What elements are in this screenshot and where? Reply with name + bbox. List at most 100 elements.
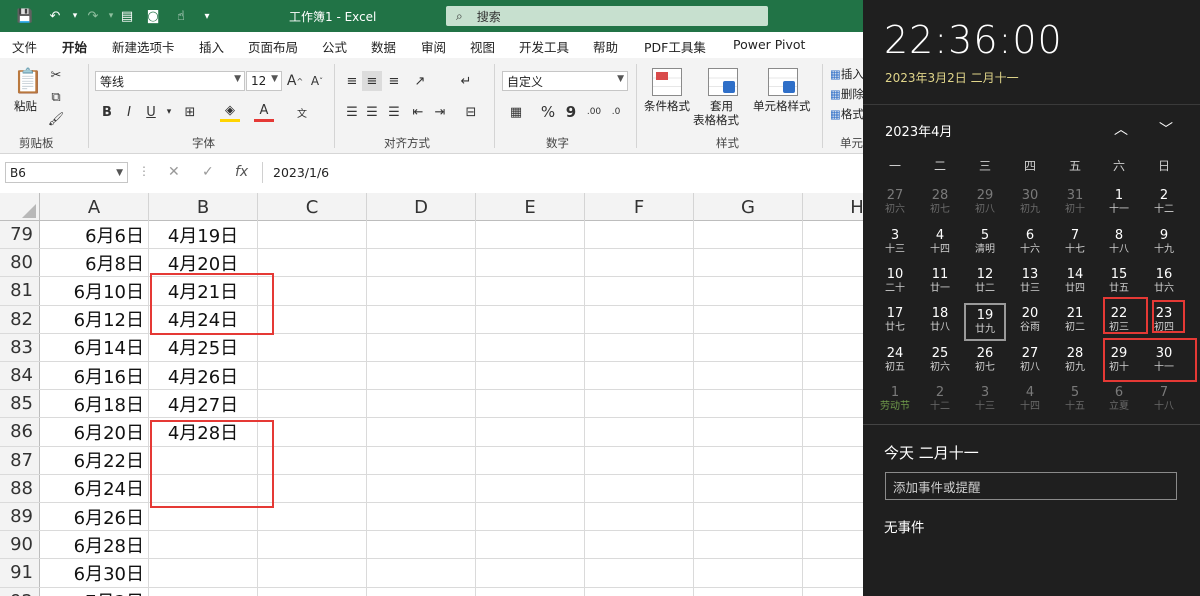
- worksheet-grid[interactable]: 79 6月6日 4月19日 80 6月8日 4月20日 81 6月10日 4月21日 82 6月12…: [0, 221, 863, 596]
- chevron-down-icon[interactable]: ﹀: [1156, 119, 1176, 139]
- calendar-day[interactable]: 6 十六: [1009, 225, 1051, 263]
- cell[interactable]: 6月10日: [40, 277, 149, 305]
- align-center-icon[interactable]: ☰: [362, 102, 382, 122]
- cell[interactable]: 4月28日: [149, 418, 258, 446]
- cell[interactable]: 4月19日: [149, 221, 258, 249]
- tab-developer[interactable]: 开发工具: [519, 37, 569, 56]
- grow-font-icon[interactable]: A ^: [286, 71, 304, 91]
- insert-cells-button[interactable]: ▦插入: [830, 66, 863, 82]
- calendar-day[interactable]: 14 廿四: [1054, 264, 1096, 302]
- cell[interactable]: [585, 333, 694, 361]
- cell[interactable]: [258, 305, 367, 333]
- calendar-day[interactable]: 13 廿三: [1009, 264, 1051, 302]
- fill-color-icon[interactable]: ◈: [220, 102, 240, 122]
- merge-center-icon[interactable]: ⊟: [456, 102, 486, 122]
- column-header-c[interactable]: C: [258, 193, 367, 221]
- calendar-day[interactable]: 1 十一: [1098, 185, 1140, 223]
- cell[interactable]: 6月6日: [40, 221, 149, 249]
- cell[interactable]: [585, 362, 694, 390]
- calendar-day[interactable]: 9 十九: [1143, 225, 1185, 263]
- cell[interactable]: [585, 559, 694, 587]
- cell[interactable]: [258, 587, 367, 596]
- column-header-g[interactable]: G: [694, 193, 803, 221]
- paste-icon[interactable]: 📋: [13, 66, 43, 96]
- comma-button[interactable]: 9: [562, 102, 580, 122]
- format-as-table-icon[interactable]: [708, 68, 738, 96]
- calendar-day[interactable]: 22 初三: [1098, 303, 1140, 341]
- cell[interactable]: [803, 221, 863, 248]
- cell[interactable]: [367, 531, 476, 559]
- row-header[interactable]: 80: [0, 249, 40, 277]
- cell[interactable]: [694, 446, 803, 474]
- cell[interactable]: 7月2日: [40, 587, 149, 596]
- calendar-day[interactable]: 3 十三: [874, 225, 916, 263]
- column-header-d[interactable]: D: [367, 193, 476, 221]
- cell[interactable]: 6月8日: [40, 249, 149, 277]
- cell[interactable]: [694, 587, 803, 596]
- calendar-day[interactable]: 5 清明: [964, 225, 1006, 263]
- cell-styles-button[interactable]: 单元格样式: [753, 98, 811, 114]
- cell[interactable]: [694, 390, 803, 418]
- cell[interactable]: [476, 390, 585, 418]
- cell[interactable]: [476, 559, 585, 587]
- insert-function-icon[interactable]: fx: [235, 164, 248, 180]
- row-header[interactable]: 84: [0, 362, 40, 390]
- cell[interactable]: [149, 559, 258, 587]
- cell[interactable]: 6月18日: [40, 390, 149, 418]
- row-header[interactable]: 90: [0, 531, 40, 559]
- column-header-h[interactable]: H: [803, 193, 863, 221]
- calendar-day[interactable]: 27 初六: [874, 185, 916, 223]
- cell[interactable]: 4月25日: [149, 333, 258, 361]
- tab-home[interactable]: 开始: [62, 37, 88, 61]
- cell[interactable]: 6月16日: [40, 362, 149, 390]
- cell[interactable]: [585, 418, 694, 446]
- cell[interactable]: 4月21日: [149, 277, 258, 305]
- calendar-day[interactable]: 6 立夏: [1098, 382, 1140, 420]
- cell[interactable]: [476, 277, 585, 305]
- delete-cells-button[interactable]: ▦删除: [830, 86, 863, 102]
- conditional-format-icon[interactable]: [652, 68, 682, 96]
- name-box[interactable]: B6 ▼: [5, 162, 128, 183]
- calendar-day[interactable]: 18 廿八: [919, 303, 961, 341]
- calendar-day[interactable]: 1 劳动节: [874, 382, 916, 420]
- cell[interactable]: [694, 474, 803, 502]
- row-header[interactable]: 87: [0, 446, 40, 474]
- cell[interactable]: [476, 474, 585, 502]
- row-header[interactable]: 92: [0, 587, 40, 596]
- calendar-day[interactable]: 15 廿五: [1098, 264, 1140, 302]
- phonetic-icon[interactable]: 文: [292, 102, 312, 122]
- cell[interactable]: [258, 277, 367, 305]
- cell[interactable]: 4月26日: [149, 362, 258, 390]
- row-header[interactable]: 91: [0, 559, 40, 587]
- cell-styles-icon[interactable]: [768, 68, 798, 96]
- cell[interactable]: [367, 277, 476, 305]
- cell[interactable]: [258, 249, 367, 277]
- cancel-icon[interactable]: ✕: [168, 164, 180, 180]
- cell[interactable]: [258, 333, 367, 361]
- cell[interactable]: [367, 418, 476, 446]
- cell[interactable]: [803, 531, 863, 558]
- align-right-icon[interactable]: ☰: [384, 102, 404, 122]
- cell[interactable]: 6月20日: [40, 418, 149, 446]
- tab-pdf[interactable]: PDF工具集: [644, 37, 706, 56]
- cut-icon[interactable]: ✂: [46, 66, 66, 84]
- full-date-link[interactable]: 2023年3月2日 二月十一: [885, 69, 1019, 86]
- calendar-day[interactable]: 29 初十: [1098, 343, 1140, 381]
- cell[interactable]: [585, 446, 694, 474]
- calendar-day[interactable]: 8 十八: [1098, 225, 1140, 263]
- cell[interactable]: [258, 531, 367, 559]
- customize-icon[interactable]: ▾: [196, 6, 218, 26]
- search-box[interactable]: ⌕ 搜索: [446, 6, 768, 26]
- row-header[interactable]: 86: [0, 418, 40, 446]
- calendar-day[interactable]: 25 初六: [919, 343, 961, 381]
- cell[interactable]: [149, 531, 258, 559]
- wrap-text-icon[interactable]: ↵: [456, 71, 476, 91]
- cell[interactable]: 6月28日: [40, 531, 149, 559]
- cell[interactable]: [803, 306, 863, 333]
- cell[interactable]: [258, 474, 367, 502]
- calendar-day[interactable]: 20 谷雨: [1009, 303, 1051, 341]
- cell[interactable]: [476, 305, 585, 333]
- confirm-icon[interactable]: ✓: [202, 164, 214, 180]
- select-all-button[interactable]: [0, 193, 40, 221]
- cell[interactable]: [258, 418, 367, 446]
